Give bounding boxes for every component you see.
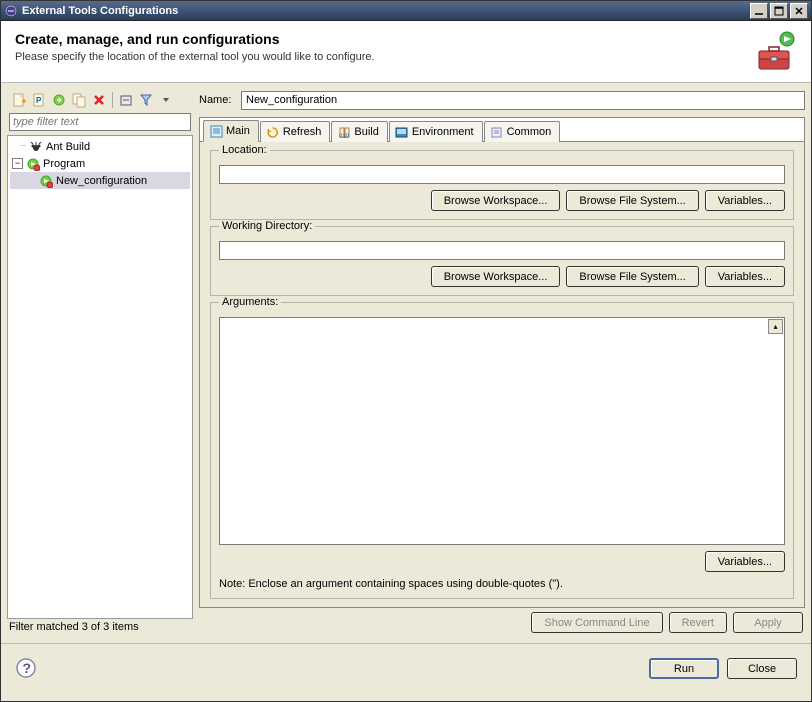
config-tree[interactable]: ┈ Ant Build − Program New_configuration [7, 135, 193, 619]
tab-label: Common [507, 126, 552, 138]
duplicate-config-icon[interactable] [70, 91, 88, 109]
new-prototype-icon[interactable]: P [30, 91, 48, 109]
delete-config-icon[interactable] [90, 91, 108, 109]
action-row: Show Command Line Revert Apply [199, 608, 805, 637]
filter-input[interactable] [9, 113, 191, 131]
arguments-group: Arguments: ▴ Variables... Note: Enclose … [210, 302, 794, 599]
browse-workspace-button[interactable]: Browse Workspace... [431, 190, 561, 211]
toolbar-separator [112, 92, 113, 108]
location-label: Location: [219, 144, 270, 156]
tree-item-ant-build[interactable]: ┈ Ant Build [10, 138, 190, 155]
arguments-label: Arguments: [219, 296, 281, 308]
working-directory-group: Working Directory: Browse Workspace... B… [210, 226, 794, 296]
browse-workspace-button[interactable]: Browse Workspace... [431, 266, 561, 287]
ant-icon [28, 139, 44, 155]
tab-label: Main [226, 125, 250, 137]
help-icon[interactable]: ? [15, 657, 39, 681]
minimize-button[interactable] [750, 3, 768, 19]
common-tab-icon [490, 125, 504, 139]
main-tab-icon [209, 124, 223, 138]
program-icon [25, 156, 41, 172]
arguments-input[interactable] [220, 318, 767, 544]
name-input[interactable] [241, 91, 805, 110]
revert-button[interactable]: Revert [669, 612, 727, 633]
refresh-tab-icon [266, 125, 280, 139]
header-section: Create, manage, and run configurations P… [1, 21, 811, 83]
name-label: Name: [199, 94, 241, 106]
collapse-all-icon[interactable] [117, 91, 135, 109]
scroll-up-icon[interactable]: ▴ [768, 319, 783, 334]
env-tab-icon [395, 125, 409, 139]
variables-button[interactable]: Variables... [705, 266, 785, 287]
svg-text:?: ? [23, 660, 32, 676]
show-command-line-button[interactable]: Show Command Line [531, 612, 662, 633]
footer: ? Run Close [1, 643, 811, 693]
tree-item-label: New_configuration [56, 175, 147, 187]
filter-dropdown-icon[interactable] [157, 91, 175, 109]
new-config-icon[interactable] [10, 91, 28, 109]
apply-button[interactable]: Apply [733, 612, 803, 633]
app-icon [4, 4, 18, 18]
filter-status: Filter matched 3 of 3 items [7, 619, 193, 637]
config-toolbar: P [7, 89, 193, 111]
tab-label: Build [354, 126, 378, 138]
run-button[interactable]: Run [649, 658, 719, 679]
location-input[interactable] [219, 165, 785, 184]
collapse-icon[interactable]: − [12, 158, 23, 169]
title-text: External Tools Configurations [22, 5, 750, 17]
close-button[interactable]: Close [727, 658, 797, 679]
header-subtitle: Please specify the location of the exter… [15, 51, 749, 63]
tab-label: Environment [412, 126, 474, 138]
tree-item-new-configuration[interactable]: New_configuration [10, 172, 190, 189]
title-bar[interactable]: External Tools Configurations [1, 1, 811, 21]
config-run-icon [38, 173, 54, 189]
tab-main[interactable]: Main [203, 120, 259, 142]
filter-icon[interactable] [137, 91, 155, 109]
tab-label: Refresh [283, 126, 322, 138]
variables-button[interactable]: Variables... [705, 190, 785, 211]
tab-header: Main Refresh 010 Build Environment Commo… [200, 118, 804, 142]
maximize-button[interactable] [770, 3, 788, 19]
workdir-label: Working Directory: [219, 220, 315, 232]
variables-button[interactable]: Variables... [705, 551, 785, 572]
tree-item-program[interactable]: − Program [10, 155, 190, 172]
svg-text:P: P [36, 96, 42, 105]
tree-item-label: Program [43, 158, 85, 170]
tab-common[interactable]: Common [484, 121, 561, 142]
browse-filesystem-button[interactable]: Browse File System... [566, 190, 698, 211]
svg-text:010: 010 [339, 134, 350, 139]
close-window-button[interactable] [790, 3, 808, 19]
build-tab-icon: 010 [337, 125, 351, 139]
run-toolbox-icon [749, 31, 797, 73]
tree-dots: ┈ [20, 141, 25, 152]
tab-build[interactable]: 010 Build [331, 121, 387, 142]
location-group: Location: Browse Workspace... Browse Fil… [210, 150, 794, 220]
export-config-icon[interactable] [50, 91, 68, 109]
arguments-note: Note: Enclose an argument containing spa… [219, 578, 785, 590]
header-title: Create, manage, and run configurations [15, 31, 749, 47]
working-directory-input[interactable] [219, 241, 785, 260]
tab-refresh[interactable]: Refresh [260, 121, 331, 142]
tab-environment[interactable]: Environment [389, 121, 483, 142]
tree-item-label: Ant Build [46, 141, 90, 153]
browse-filesystem-button[interactable]: Browse File System... [566, 266, 698, 287]
